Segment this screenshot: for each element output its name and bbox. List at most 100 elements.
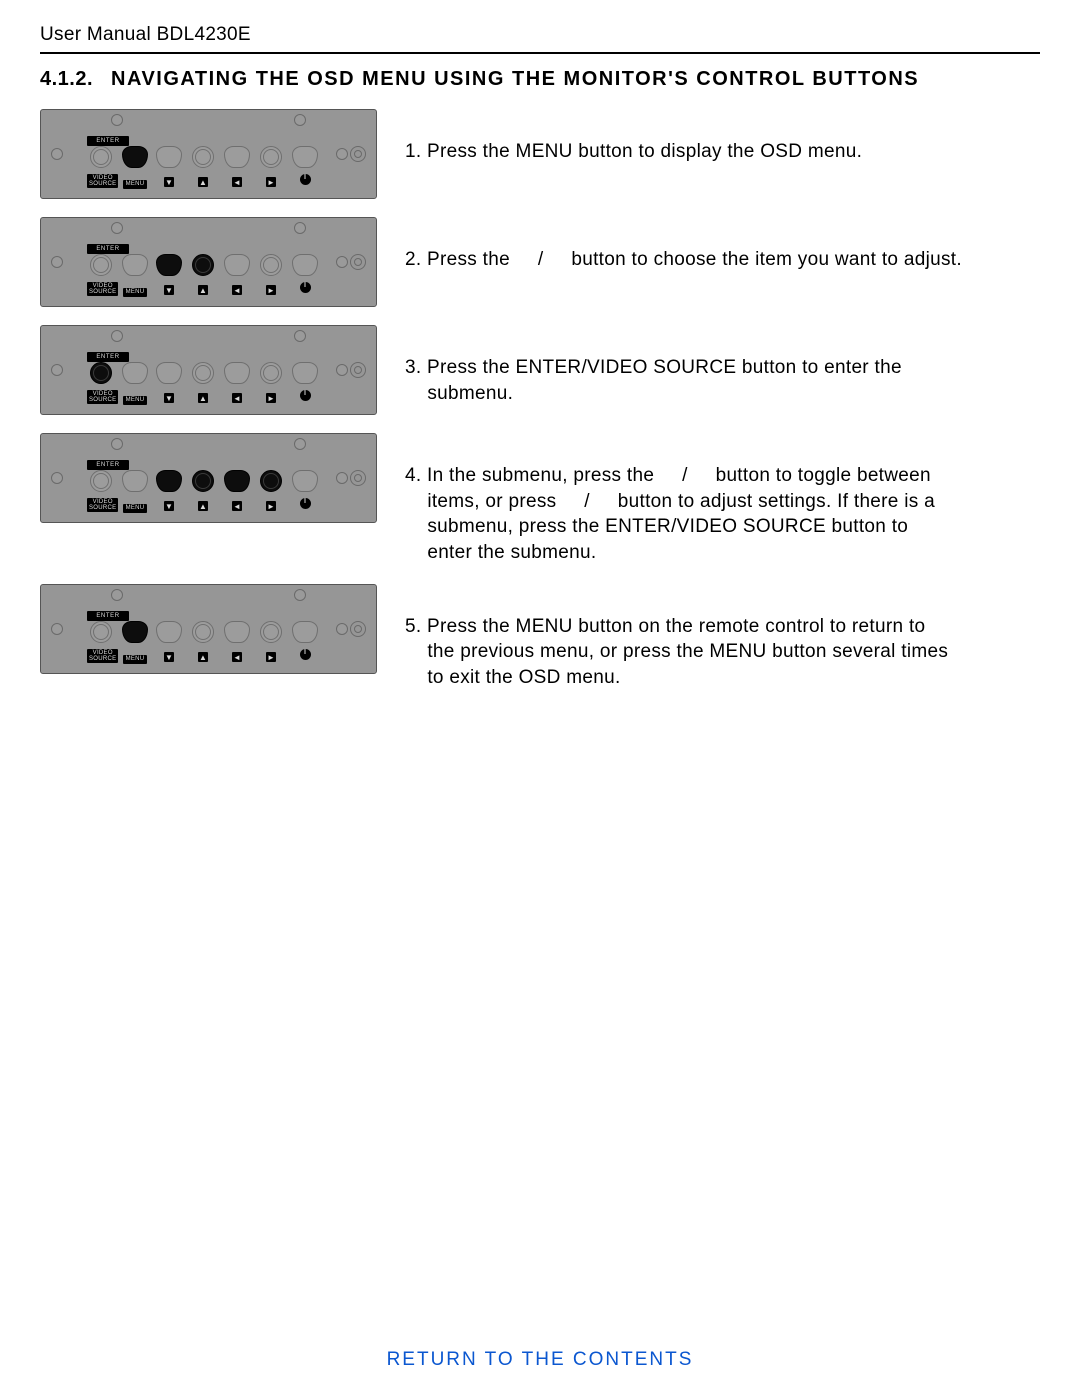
panel-labels: VIDEO SOURCEMENU▼▲◄► <box>87 172 326 190</box>
sensor-icon <box>350 362 366 378</box>
panel-label-up: ▲ <box>189 172 217 190</box>
control-panel-illustration: ENTERVIDEO SOURCEMENU▼▲◄► <box>40 584 377 674</box>
control-panel-illustration: ENTERVIDEO SOURCEMENU▼▲◄► <box>40 109 377 199</box>
panel-label-left: ◄ <box>223 647 251 665</box>
screw-icon <box>111 222 123 234</box>
screw-icon <box>294 438 306 450</box>
sensor-icon <box>350 146 366 162</box>
panel-button-power <box>291 470 319 494</box>
sensor-icon <box>350 621 366 637</box>
enter-label: ENTER <box>87 352 129 362</box>
panel-button-enter <box>87 362 115 386</box>
control-panel-illustration: ENTERVIDEO SOURCEMENU▼▲◄► <box>40 433 377 523</box>
panel-label-power <box>291 172 319 190</box>
screw-icon <box>336 148 348 160</box>
panel-button-power <box>291 621 319 645</box>
panel-button-enter <box>87 146 115 170</box>
panel-button-menu <box>121 254 149 278</box>
panel-label-down: ▼ <box>155 647 183 665</box>
screw-icon <box>51 472 63 484</box>
panel-label-enter: VIDEO SOURCE <box>87 496 115 514</box>
panel-label-up: ▲ <box>189 280 217 298</box>
panel-button-left <box>223 362 251 386</box>
panel-button-right <box>257 470 285 494</box>
step-row: ENTERVIDEO SOURCEMENU▼▲◄►2. Press the / … <box>40 217 1040 307</box>
screw-icon <box>51 256 63 268</box>
section-title: NAVIGATING THE OSD MENU USING THE MONITO… <box>111 68 919 90</box>
section-number: 4.1.2. <box>40 68 93 90</box>
divider <box>40 52 1040 54</box>
panel-label-right: ► <box>257 496 285 514</box>
panel-button-left <box>223 254 251 278</box>
panel-label-right: ► <box>257 388 285 406</box>
panel-button-up <box>189 470 217 494</box>
panel-button-menu <box>121 362 149 386</box>
panel-label-right: ► <box>257 172 285 190</box>
panel-label-enter: VIDEO SOURCE <box>87 647 115 665</box>
screw-icon <box>111 438 123 450</box>
step-text: 3. Press the ENTER/VIDEO SOURCE button t… <box>405 325 907 406</box>
panel-button-enter <box>87 621 115 645</box>
panel-button-power <box>291 254 319 278</box>
panel-button-left <box>223 146 251 170</box>
panel-label-up: ▲ <box>189 647 217 665</box>
panel-label-down: ▼ <box>155 172 183 190</box>
panel-label-right: ► <box>257 647 285 665</box>
screw-icon <box>51 148 63 160</box>
step-text: 4. In the submenu, press the / button to… <box>405 433 941 566</box>
step-text-content: 5. Press the MENU button on the remote c… <box>405 616 954 688</box>
enter-label: ENTER <box>87 460 129 470</box>
panel-labels: VIDEO SOURCEMENU▼▲◄► <box>87 496 326 514</box>
step-text: 2. Press the / button to choose the item… <box>405 217 962 273</box>
screw-icon <box>336 623 348 635</box>
panel-label-up: ▲ <box>189 388 217 406</box>
panel-button-right <box>257 254 285 278</box>
panel-label-menu: MENU <box>121 172 149 190</box>
panel-label-enter: VIDEO SOURCE <box>87 388 115 406</box>
screw-icon <box>336 256 348 268</box>
step-text: 1. Press the MENU button to display the … <box>405 109 862 165</box>
panel-label-power <box>291 647 319 665</box>
screw-icon <box>111 589 123 601</box>
panel-label-enter: VIDEO SOURCE <box>87 280 115 298</box>
panel-button-left <box>223 621 251 645</box>
panel-label-up: ▲ <box>189 496 217 514</box>
panel-button-right <box>257 146 285 170</box>
panel-button-enter <box>87 254 115 278</box>
return-link-text[interactable]: RETURN TO THE CONTENTS <box>387 1349 694 1370</box>
screw-icon <box>336 364 348 376</box>
panel-button-menu <box>121 146 149 170</box>
enter-label: ENTER <box>87 136 129 146</box>
enter-label: ENTER <box>87 611 129 621</box>
screw-icon <box>336 472 348 484</box>
panel-label-down: ▼ <box>155 496 183 514</box>
screw-icon <box>111 114 123 126</box>
panel-button-down <box>155 470 183 494</box>
step-text-content: 3. Press the ENTER/VIDEO SOURCE button t… <box>405 357 907 404</box>
step-text-content: 1. Press the MENU button to display the … <box>405 141 862 162</box>
panel-label-right: ► <box>257 280 285 298</box>
panel-button-menu <box>121 621 149 645</box>
sensor-icon <box>350 254 366 270</box>
step-row: ENTERVIDEO SOURCEMENU▼▲◄►3. Press the EN… <box>40 325 1040 415</box>
panel-button-power <box>291 146 319 170</box>
panel-label-power <box>291 280 319 298</box>
enter-label: ENTER <box>87 244 129 254</box>
panel-labels: VIDEO SOURCEMENU▼▲◄► <box>87 280 326 298</box>
panel-labels: VIDEO SOURCEMENU▼▲◄► <box>87 647 326 665</box>
step-row: ENTERVIDEO SOURCEMENU▼▲◄►5. Press the ME… <box>40 584 1040 691</box>
panel-button-menu <box>121 470 149 494</box>
return-to-contents-link[interactable]: RETURN TO THE CONTENTS <box>0 1349 1080 1371</box>
panel-button-enter <box>87 470 115 494</box>
panel-label-left: ◄ <box>223 388 251 406</box>
section-heading: 4.1.2. NAVIGATING THE OSD MENU USING THE … <box>40 68 1040 91</box>
panel-label-power <box>291 388 319 406</box>
panel-button-down <box>155 362 183 386</box>
panel-label-enter: VIDEO SOURCE <box>87 172 115 190</box>
panel-label-menu: MENU <box>121 280 149 298</box>
step-row: ENTERVIDEO SOURCEMENU▼▲◄►4. In the subme… <box>40 433 1040 566</box>
screw-icon <box>51 623 63 635</box>
step-row: ENTERVIDEO SOURCEMENU▼▲◄►1. Press the ME… <box>40 109 1040 199</box>
control-panel-illustration: ENTERVIDEO SOURCEMENU▼▲◄► <box>40 217 377 307</box>
panel-label-menu: MENU <box>121 388 149 406</box>
